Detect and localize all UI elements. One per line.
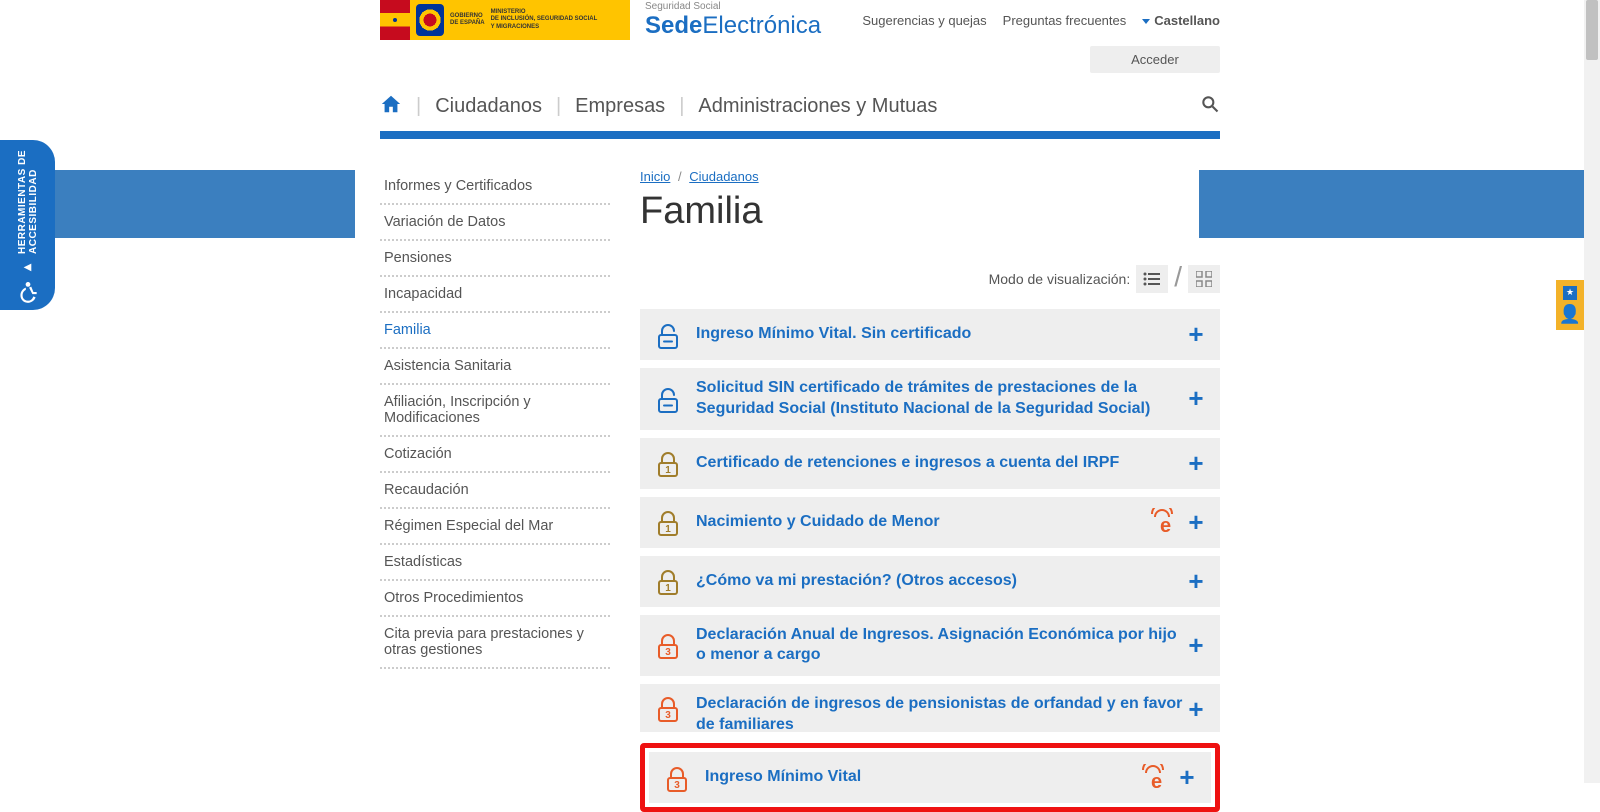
lock-icon	[654, 321, 682, 349]
sidebar: Informes y CertificadosVariación de Dato…	[380, 169, 610, 812]
procedure-title: Ingreso Mínimo Vital	[705, 767, 1137, 788]
svg-text:1: 1	[665, 465, 671, 476]
breadcrumb-inicio[interactable]: Inicio	[640, 169, 670, 184]
sidebar-item[interactable]: Estadísticas	[380, 545, 610, 581]
header: GOBIERNO DE ESPAÑA MINISTERIO DE INCLUSI…	[380, 0, 1220, 40]
svg-text:e: e	[1151, 771, 1162, 792]
procedure-title: Declaración de ingresos de pensionistas …	[696, 694, 1186, 732]
svg-text:1: 1	[665, 524, 671, 535]
expand-button[interactable]: +	[1186, 694, 1206, 725]
svg-text:1: 1	[665, 583, 671, 594]
sidebar-item[interactable]: Familia	[380, 313, 610, 349]
feedback-widget[interactable]: ★ 👤	[1556, 280, 1584, 330]
language-selector[interactable]: Castellano	[1142, 13, 1220, 28]
person-icon: 👤	[1559, 304, 1581, 325]
chevron-left-icon: ◀	[24, 262, 32, 273]
government-logo: GOBIERNO DE ESPAÑA MINISTERIO DE INCLUSI…	[380, 0, 630, 40]
breadcrumb: Inicio / Ciudadanos	[640, 169, 1220, 184]
nav-administraciones[interactable]: Administraciones y Mutuas	[698, 95, 937, 118]
faq-link[interactable]: Preguntas frecuentes	[1003, 13, 1127, 28]
expand-button[interactable]: +	[1177, 762, 1197, 793]
accessibility-widget[interactable]: HERRAMIENTAS DE ACCESIBILIDAD ◀	[0, 140, 55, 310]
procedure-title: Nacimiento y Cuidado de Menor	[696, 512, 1146, 533]
view-list-button[interactable]	[1136, 265, 1168, 293]
lock-icon: 3	[654, 694, 682, 722]
procedure-item[interactable]: 1 Certificado de retenciones e ingresos a…	[640, 438, 1220, 489]
expand-button[interactable]: +	[1186, 507, 1206, 538]
highlighted-procedure: 3 Ingreso Mínimo Vital e +	[640, 743, 1220, 812]
wheelchair-icon	[15, 279, 41, 310]
svg-text:3: 3	[665, 647, 671, 658]
procedure-title: ¿Cómo va mi prestación? (Otros accesos)	[696, 571, 1186, 592]
procedure-item[interactable]: 3 Declaración Anual de Ingresos. Asignaci…	[640, 615, 1220, 677]
view-mode-label: Modo de visualización:	[989, 271, 1131, 287]
accessibility-label: HERRAMIENTAS DE ACCESIBILIDAD	[17, 140, 39, 254]
nav-ciudadanos[interactable]: Ciudadanos	[435, 95, 542, 118]
procedure-item[interactable]: 1 Nacimiento y Cuidado de Menor e +	[640, 497, 1220, 548]
expand-button[interactable]: +	[1186, 566, 1206, 597]
expand-button[interactable]: +	[1186, 630, 1206, 661]
registro-badge-icon: e	[1137, 764, 1167, 792]
sidebar-item[interactable]: Régimen Especial del Mar	[380, 509, 610, 545]
sidebar-item[interactable]: Cotización	[380, 437, 610, 473]
spain-flag-icon	[380, 0, 410, 40]
lock-icon: 3	[663, 764, 691, 792]
lock-icon: 1	[654, 508, 682, 536]
lock-icon: 3	[654, 631, 682, 659]
main-content: Inicio / Ciudadanos Familia Modo de visu…	[640, 169, 1220, 812]
sidebar-item[interactable]: Asistencia Sanitaria	[380, 349, 610, 385]
lock-icon	[654, 385, 682, 413]
top-links: Sugerencias y quejas Preguntas frecuente…	[862, 13, 1220, 28]
lock-icon: 1	[654, 567, 682, 595]
sidebar-item[interactable]: Cita previa para prestaciones y otras ge…	[380, 617, 610, 669]
registro-badge-icon: e	[1146, 508, 1176, 536]
page-title: Familia	[640, 190, 1220, 233]
gov-text: GOBIERNO DE ESPAÑA	[450, 13, 485, 27]
procedure-title: Declaración Anual de Ingresos. Asignació…	[696, 625, 1186, 667]
view-mode: Modo de visualización: /	[640, 263, 1220, 295]
procedure-item[interactable]: 3 Declaración de ingresos de pensionistas…	[640, 684, 1220, 732]
procedure-item[interactable]: 1 ¿Cómo va mi prestación? (Otros accesos)…	[640, 556, 1220, 607]
lock-icon: 1	[654, 449, 682, 477]
procedure-item[interactable]: Ingreso Mínimo Vital. Sin certificado+	[640, 309, 1220, 360]
svg-text:e: e	[1160, 515, 1171, 536]
sidebar-item[interactable]: Informes y Certificados	[380, 169, 610, 205]
scrollbar-thumb[interactable]	[1586, 0, 1598, 60]
procedure-list: Ingreso Mínimo Vital. Sin certificado+So…	[640, 309, 1220, 812]
sidebar-item[interactable]: Pensiones	[380, 241, 610, 277]
suggestions-link[interactable]: Sugerencias y quejas	[862, 13, 986, 28]
expand-button[interactable]: +	[1186, 319, 1206, 350]
search-icon[interactable]	[1200, 94, 1220, 119]
procedure-item[interactable]: 3 Ingreso Mínimo Vital e +	[649, 752, 1211, 803]
sidebar-item[interactable]: Otros Procedimientos	[380, 581, 610, 617]
procedure-title: Certificado de retenciones e ingresos a …	[696, 453, 1186, 474]
login-button[interactable]: Acceder	[1090, 46, 1220, 73]
sidebar-item[interactable]: Incapacidad	[380, 277, 610, 313]
sidebar-item[interactable]: Recaudación	[380, 473, 610, 509]
sidebar-item[interactable]: Variación de Datos	[380, 205, 610, 241]
procedure-title: Solicitud SIN certificado de trámites de…	[696, 378, 1186, 420]
sidebar-item[interactable]: Afiliación, Inscripción y Modificaciones	[380, 385, 610, 437]
main-nav: | Ciudadanos | Empresas | Administracion…	[380, 85, 1220, 127]
site-logo[interactable]: Seguridad Social SedeElectrónica	[645, 1, 821, 40]
procedure-item[interactable]: Solicitud SIN certificado de trámites de…	[640, 368, 1220, 430]
coat-of-arms-icon	[416, 4, 444, 36]
scrollbar[interactable]	[1584, 0, 1600, 783]
ministry-text: MINISTERIO DE INCLUSIÓN, SEGURIDAD SOCIA…	[491, 9, 598, 31]
site-title: SedeElectrónica	[645, 12, 821, 40]
expand-button[interactable]: +	[1186, 383, 1206, 414]
svg-text:3: 3	[674, 780, 680, 791]
breadcrumb-ciudadanos[interactable]: Ciudadanos	[689, 169, 758, 184]
expand-button[interactable]: +	[1186, 448, 1206, 479]
view-grid-button[interactable]	[1188, 265, 1220, 293]
divider-bar	[380, 131, 1220, 139]
procedure-title: Ingreso Mínimo Vital. Sin certificado	[696, 324, 1186, 345]
star-icon: ★	[1563, 286, 1577, 300]
home-icon[interactable]	[380, 93, 402, 120]
decorative-blue-right	[1199, 170, 1584, 238]
site-subtitle: Seguridad Social	[645, 1, 821, 12]
nav-empresas[interactable]: Empresas	[575, 95, 665, 118]
svg-text:3: 3	[665, 710, 671, 721]
